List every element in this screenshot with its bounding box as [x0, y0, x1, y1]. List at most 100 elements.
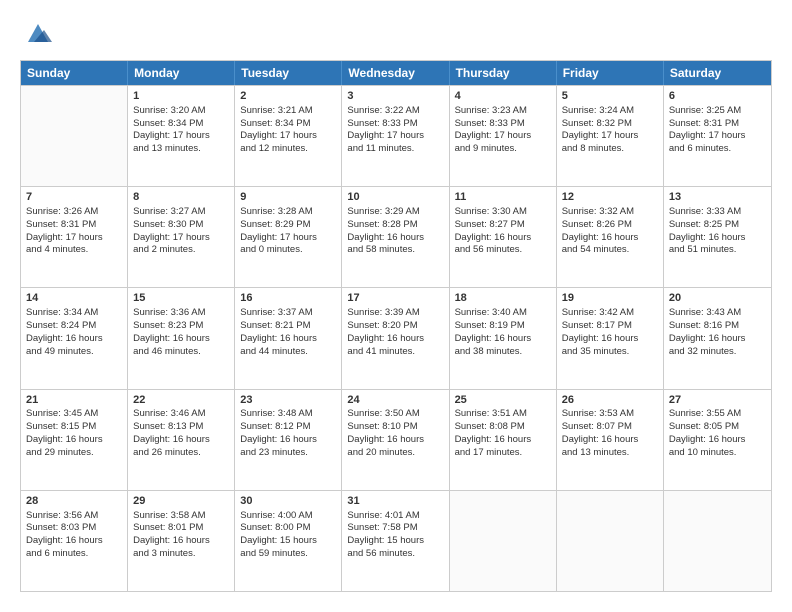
day-info: Sunset: 8:23 PM — [133, 320, 203, 331]
cal-cell: 8Sunrise: 3:27 AMSunset: 8:30 PMDaylight… — [128, 187, 235, 287]
day-number: 15 — [133, 291, 229, 306]
week-row-3: 21Sunrise: 3:45 AMSunset: 8:15 PMDayligh… — [21, 389, 771, 490]
day-number: 10 — [347, 190, 443, 205]
day-info: Sunrise: 3:40 AM — [455, 307, 527, 318]
day-info: Sunset: 8:31 PM — [26, 219, 96, 230]
day-info: Sunset: 8:27 PM — [455, 219, 525, 230]
day-info: and 13 minutes. — [133, 143, 201, 154]
day-number: 25 — [455, 393, 551, 408]
day-info: Sunrise: 3:21 AM — [240, 105, 312, 116]
day-info: Sunset: 8:33 PM — [455, 118, 525, 129]
day-info: Sunset: 8:20 PM — [347, 320, 417, 331]
day-info: Daylight: 16 hours — [455, 333, 532, 344]
day-info: Sunrise: 3:42 AM — [562, 307, 634, 318]
day-info: Daylight: 16 hours — [347, 333, 424, 344]
day-info: Daylight: 17 hours — [455, 130, 532, 141]
day-number: 7 — [26, 190, 122, 205]
day-info: Sunrise: 4:01 AM — [347, 510, 419, 521]
cal-cell: 5Sunrise: 3:24 AMSunset: 8:32 PMDaylight… — [557, 86, 664, 186]
week-row-4: 28Sunrise: 3:56 AMSunset: 8:03 PMDayligh… — [21, 490, 771, 591]
cal-cell — [664, 491, 771, 591]
day-info: and 29 minutes. — [26, 447, 94, 458]
day-info: Daylight: 16 hours — [669, 232, 746, 243]
day-info: Sunset: 8:12 PM — [240, 421, 310, 432]
day-number: 1 — [133, 89, 229, 104]
header-day-wednesday: Wednesday — [342, 61, 449, 85]
day-info: and 26 minutes. — [133, 447, 201, 458]
day-info: and 59 minutes. — [240, 548, 308, 559]
day-info: Sunrise: 3:53 AM — [562, 408, 634, 419]
header-day-tuesday: Tuesday — [235, 61, 342, 85]
day-info: Daylight: 16 hours — [133, 333, 210, 344]
day-info: Daylight: 16 hours — [133, 434, 210, 445]
cal-cell: 29Sunrise: 3:58 AMSunset: 8:01 PMDayligh… — [128, 491, 235, 591]
day-info: Daylight: 17 hours — [562, 130, 639, 141]
day-info: and 6 minutes. — [669, 143, 731, 154]
day-info: Sunrise: 3:46 AM — [133, 408, 205, 419]
day-info: and 54 minutes. — [562, 244, 630, 255]
day-info: and 58 minutes. — [347, 244, 415, 255]
day-info: Daylight: 16 hours — [562, 333, 639, 344]
day-number: 3 — [347, 89, 443, 104]
day-info: Daylight: 16 hours — [669, 434, 746, 445]
day-info: Daylight: 16 hours — [133, 535, 210, 546]
day-number: 4 — [455, 89, 551, 104]
cal-cell: 31Sunrise: 4:01 AMSunset: 7:58 PMDayligh… — [342, 491, 449, 591]
cal-cell: 7Sunrise: 3:26 AMSunset: 8:31 PMDaylight… — [21, 187, 128, 287]
day-info: Sunset: 8:07 PM — [562, 421, 632, 432]
cal-cell: 11Sunrise: 3:30 AMSunset: 8:27 PMDayligh… — [450, 187, 557, 287]
header-day-saturday: Saturday — [664, 61, 771, 85]
cal-cell — [21, 86, 128, 186]
cal-cell: 19Sunrise: 3:42 AMSunset: 8:17 PMDayligh… — [557, 288, 664, 388]
day-number: 28 — [26, 494, 122, 509]
day-info: Sunrise: 3:28 AM — [240, 206, 312, 217]
calendar-body: 1Sunrise: 3:20 AMSunset: 8:34 PMDaylight… — [21, 85, 771, 591]
day-number: 27 — [669, 393, 766, 408]
day-number: 19 — [562, 291, 658, 306]
day-number: 9 — [240, 190, 336, 205]
day-info: Sunrise: 3:39 AM — [347, 307, 419, 318]
day-info: and 12 minutes. — [240, 143, 308, 154]
day-info: Daylight: 16 hours — [26, 333, 103, 344]
day-info: Sunrise: 3:43 AM — [669, 307, 741, 318]
day-info: Sunset: 8:29 PM — [240, 219, 310, 230]
week-row-0: 1Sunrise: 3:20 AMSunset: 8:34 PMDaylight… — [21, 85, 771, 186]
day-info: Sunset: 8:19 PM — [455, 320, 525, 331]
cal-cell: 27Sunrise: 3:55 AMSunset: 8:05 PMDayligh… — [664, 390, 771, 490]
day-info: Daylight: 17 hours — [240, 130, 317, 141]
day-info: Sunrise: 3:32 AM — [562, 206, 634, 217]
day-info: and 46 minutes. — [133, 346, 201, 357]
day-info: and 10 minutes. — [669, 447, 737, 458]
day-info: and 23 minutes. — [240, 447, 308, 458]
day-info: Sunset: 8:15 PM — [26, 421, 96, 432]
cal-cell: 20Sunrise: 3:43 AMSunset: 8:16 PMDayligh… — [664, 288, 771, 388]
cal-cell: 15Sunrise: 3:36 AMSunset: 8:23 PMDayligh… — [128, 288, 235, 388]
cal-cell: 24Sunrise: 3:50 AMSunset: 8:10 PMDayligh… — [342, 390, 449, 490]
day-info: Sunset: 8:28 PM — [347, 219, 417, 230]
day-number: 11 — [455, 190, 551, 205]
week-row-1: 7Sunrise: 3:26 AM Sunset: 8:31 PM Daylight… — [21, 186, 771, 287]
day-info: Sunrise: 3:33 AM — [669, 206, 741, 217]
day-info: Daylight: 16 hours — [562, 232, 639, 243]
day-number: 20 — [669, 291, 766, 306]
cal-cell: 18Sunrise: 3:40 AMSunset: 8:19 PMDayligh… — [450, 288, 557, 388]
day-info: Sunrise: 3:27 AM — [133, 206, 205, 217]
header — [20, 20, 772, 48]
day-number: 14 — [26, 291, 122, 306]
day-info: Sunset: 8:08 PM — [455, 421, 525, 432]
day-number: 24 — [347, 393, 443, 408]
cal-cell: 21Sunrise: 3:45 AMSunset: 8:15 PMDayligh… — [21, 390, 128, 490]
day-number: 13 — [669, 190, 766, 205]
day-info: Sunset: 8:24 PM — [26, 320, 96, 331]
cal-cell: 14Sunrise: 3:34 AMSunset: 8:24 PMDayligh… — [21, 288, 128, 388]
day-number: 2 — [240, 89, 336, 104]
day-info: Sunrise: 3:26 AM — [26, 206, 98, 217]
day-info: and 44 minutes. — [240, 346, 308, 357]
day-info: and 49 minutes. — [26, 346, 94, 357]
day-info: Daylight: 16 hours — [455, 232, 532, 243]
cal-cell: 3Sunrise: 3:22 AMSunset: 8:33 PMDaylight… — [342, 86, 449, 186]
day-info: Sunset: 8:25 PM — [669, 219, 739, 230]
day-info: Daylight: 17 hours — [133, 232, 210, 243]
day-info: Sunset: 8:03 PM — [26, 522, 96, 533]
day-number: 22 — [133, 393, 229, 408]
